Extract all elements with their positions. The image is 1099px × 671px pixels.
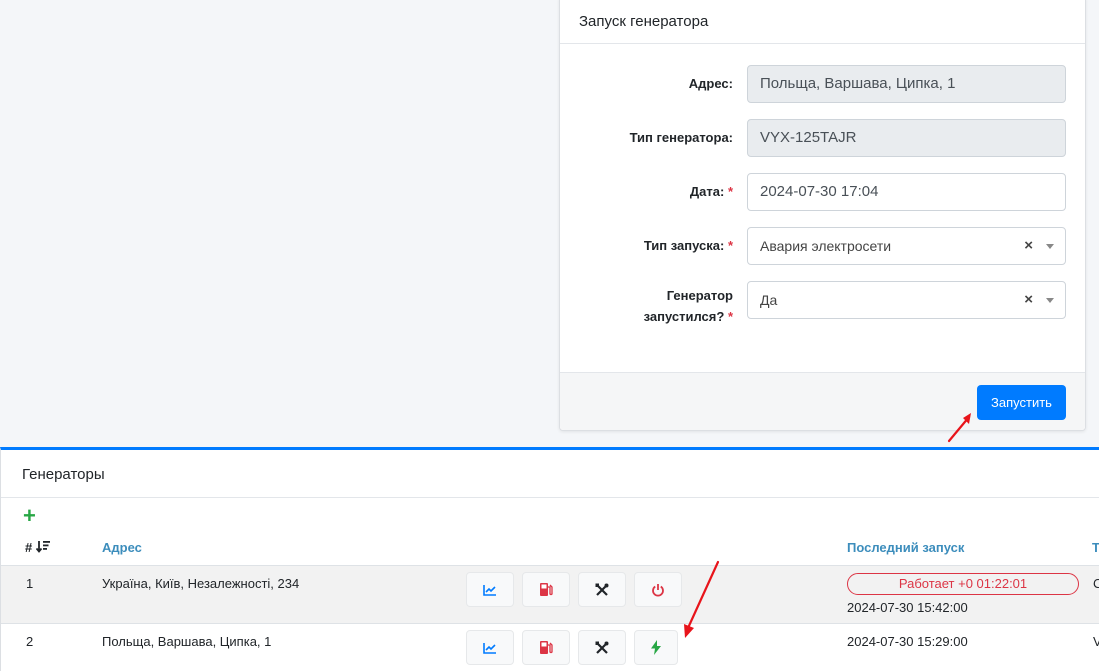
- clear-icon[interactable]: ×: [1024, 282, 1033, 318]
- launch-type-label: Тип запуска: *: [644, 235, 733, 257]
- required-mark: *: [727, 309, 733, 324]
- chart-line-icon: [483, 642, 496, 654]
- status-badge: Работает +0 01:22:01: [847, 573, 1079, 595]
- table-row: 1 Україна, Київ, Незалежності, 234 Работ…: [1, 565, 1099, 623]
- column-header-address[interactable]: Адрес: [102, 540, 142, 555]
- required-mark: *: [727, 184, 733, 199]
- fuel-button[interactable]: [522, 630, 570, 665]
- row-address: Україна, Київ, Незалежності, 234: [102, 576, 300, 591]
- required-mark: *: [727, 238, 733, 253]
- launch-type-label-text: Тип запуска:: [643, 238, 725, 253]
- started-label-line1: Генератор: [666, 288, 733, 303]
- started-label: Генератор запустился? *: [644, 285, 733, 327]
- chevron-down-icon[interactable]: [1046, 244, 1054, 249]
- row-last-launch: 2024-07-30 15:42:00: [847, 600, 968, 615]
- generators-card: Генераторы + # Адрес Последний запуск Т …: [0, 447, 1099, 671]
- started-selected: Да: [760, 292, 778, 308]
- sort-desc-icon: [35, 541, 50, 553]
- column-header-number-text: #: [25, 540, 33, 555]
- bolt-icon: [651, 640, 661, 655]
- launch-button[interactable]: Запустить: [977, 385, 1066, 420]
- date-label: Дата: *: [690, 181, 733, 203]
- table-row: 2 Польща, Варшава, Ципка, 1 2024-07-30 1…: [1, 623, 1099, 671]
- gas-pump-icon: [540, 641, 553, 654]
- tools-icon: [595, 583, 609, 596]
- chart-line-icon: [483, 584, 496, 596]
- tools-icon: [595, 641, 609, 654]
- address-field[interactable]: Польща, Варшава, Ципка, 1: [747, 65, 1066, 103]
- column-header-type[interactable]: Т: [1092, 540, 1099, 555]
- started-label-line2-text: запустился?: [643, 309, 725, 324]
- started-label-line2: запустился? *: [644, 306, 733, 327]
- maintenance-button[interactable]: [578, 630, 626, 665]
- launch-generator-card: Запуск генератора Адрес: Польща, Варшава…: [559, 0, 1086, 431]
- started-select[interactable]: Да ×: [747, 281, 1066, 319]
- generator-type-label: Тип генератора:: [629, 130, 733, 145]
- row-address: Польща, Варшава, Ципка, 1: [102, 634, 272, 649]
- chart-button[interactable]: [466, 630, 514, 665]
- column-header-last-launch[interactable]: Последний запуск: [847, 540, 964, 555]
- row-number: 2: [26, 634, 34, 649]
- maintenance-button[interactable]: [578, 572, 626, 607]
- launch-card-footer: Запустить: [560, 372, 1085, 430]
- chart-button[interactable]: [466, 572, 514, 607]
- launch-type-selected: Авария электросети: [760, 238, 892, 254]
- date-label-text: Дата:: [689, 184, 725, 199]
- address-label: Адрес:: [688, 76, 733, 91]
- fuel-button[interactable]: [522, 572, 570, 607]
- power-icon: [652, 583, 664, 597]
- row-last-launch: 2024-07-30 15:29:00: [847, 634, 968, 649]
- start-button[interactable]: [634, 630, 678, 665]
- launch-card-title: Запуск генератора: [560, 0, 1085, 44]
- generators-title: Генераторы: [1, 450, 1099, 498]
- gas-pump-icon: [540, 583, 553, 596]
- clear-icon[interactable]: ×: [1024, 228, 1033, 264]
- stop-button[interactable]: [634, 572, 682, 607]
- page: Запуск генератора Адрес: Польща, Варшава…: [0, 0, 1099, 671]
- column-header-number[interactable]: #: [25, 540, 50, 555]
- row-type: C: [1093, 576, 1099, 591]
- generator-type-field[interactable]: VYX-125TAJR: [747, 119, 1066, 157]
- row-number: 1: [26, 576, 34, 591]
- chevron-down-icon[interactable]: [1046, 298, 1054, 303]
- row-type: V: [1093, 634, 1099, 649]
- launch-type-select[interactable]: Авария электросети ×: [747, 227, 1066, 265]
- add-icon[interactable]: +: [23, 505, 36, 527]
- date-field[interactable]: 2024-07-30 17:04: [747, 173, 1066, 211]
